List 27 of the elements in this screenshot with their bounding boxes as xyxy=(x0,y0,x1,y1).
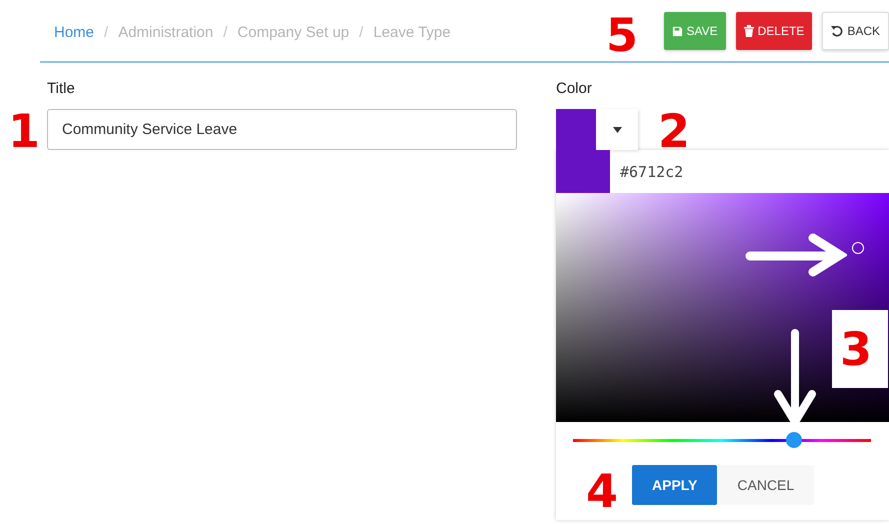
delete-button[interactable]: DELETE xyxy=(736,12,812,50)
undo-icon xyxy=(831,25,844,37)
caret-icon xyxy=(612,126,622,132)
trash-icon xyxy=(744,25,754,37)
title-field[interactable]: Community Service Leave xyxy=(47,109,517,150)
annotation-number: 5 xyxy=(606,12,638,58)
slider-thumb[interactable] xyxy=(786,432,802,448)
saturation-area[interactable] xyxy=(556,193,889,422)
annotation-number: 4 xyxy=(586,468,618,514)
breadcrumb-item: Leave Type xyxy=(373,24,451,41)
back-button[interactable]: BACK xyxy=(822,12,889,50)
field-label: Title xyxy=(47,80,76,97)
color-swatch[interactable] xyxy=(556,109,596,150)
breadcrumb-item: Company Set up xyxy=(237,24,350,41)
field-label: Color xyxy=(556,80,593,97)
breadcrumb-separator: / xyxy=(359,24,364,41)
breadcrumb-separator: / xyxy=(223,24,228,41)
annotation-number: 2 xyxy=(658,108,690,154)
save-icon xyxy=(672,26,682,36)
color-preview xyxy=(556,150,610,193)
annotation-number: 3 xyxy=(832,310,888,388)
breadcrumb-separator: / xyxy=(104,24,108,41)
color-handle[interactable] xyxy=(852,242,864,254)
apply-button[interactable]: APPLY xyxy=(632,465,718,505)
breadcrumb-item: Administration xyxy=(118,24,214,41)
cancel-button[interactable]: CANCEL xyxy=(717,465,814,505)
annotation-number: 1 xyxy=(8,108,40,154)
